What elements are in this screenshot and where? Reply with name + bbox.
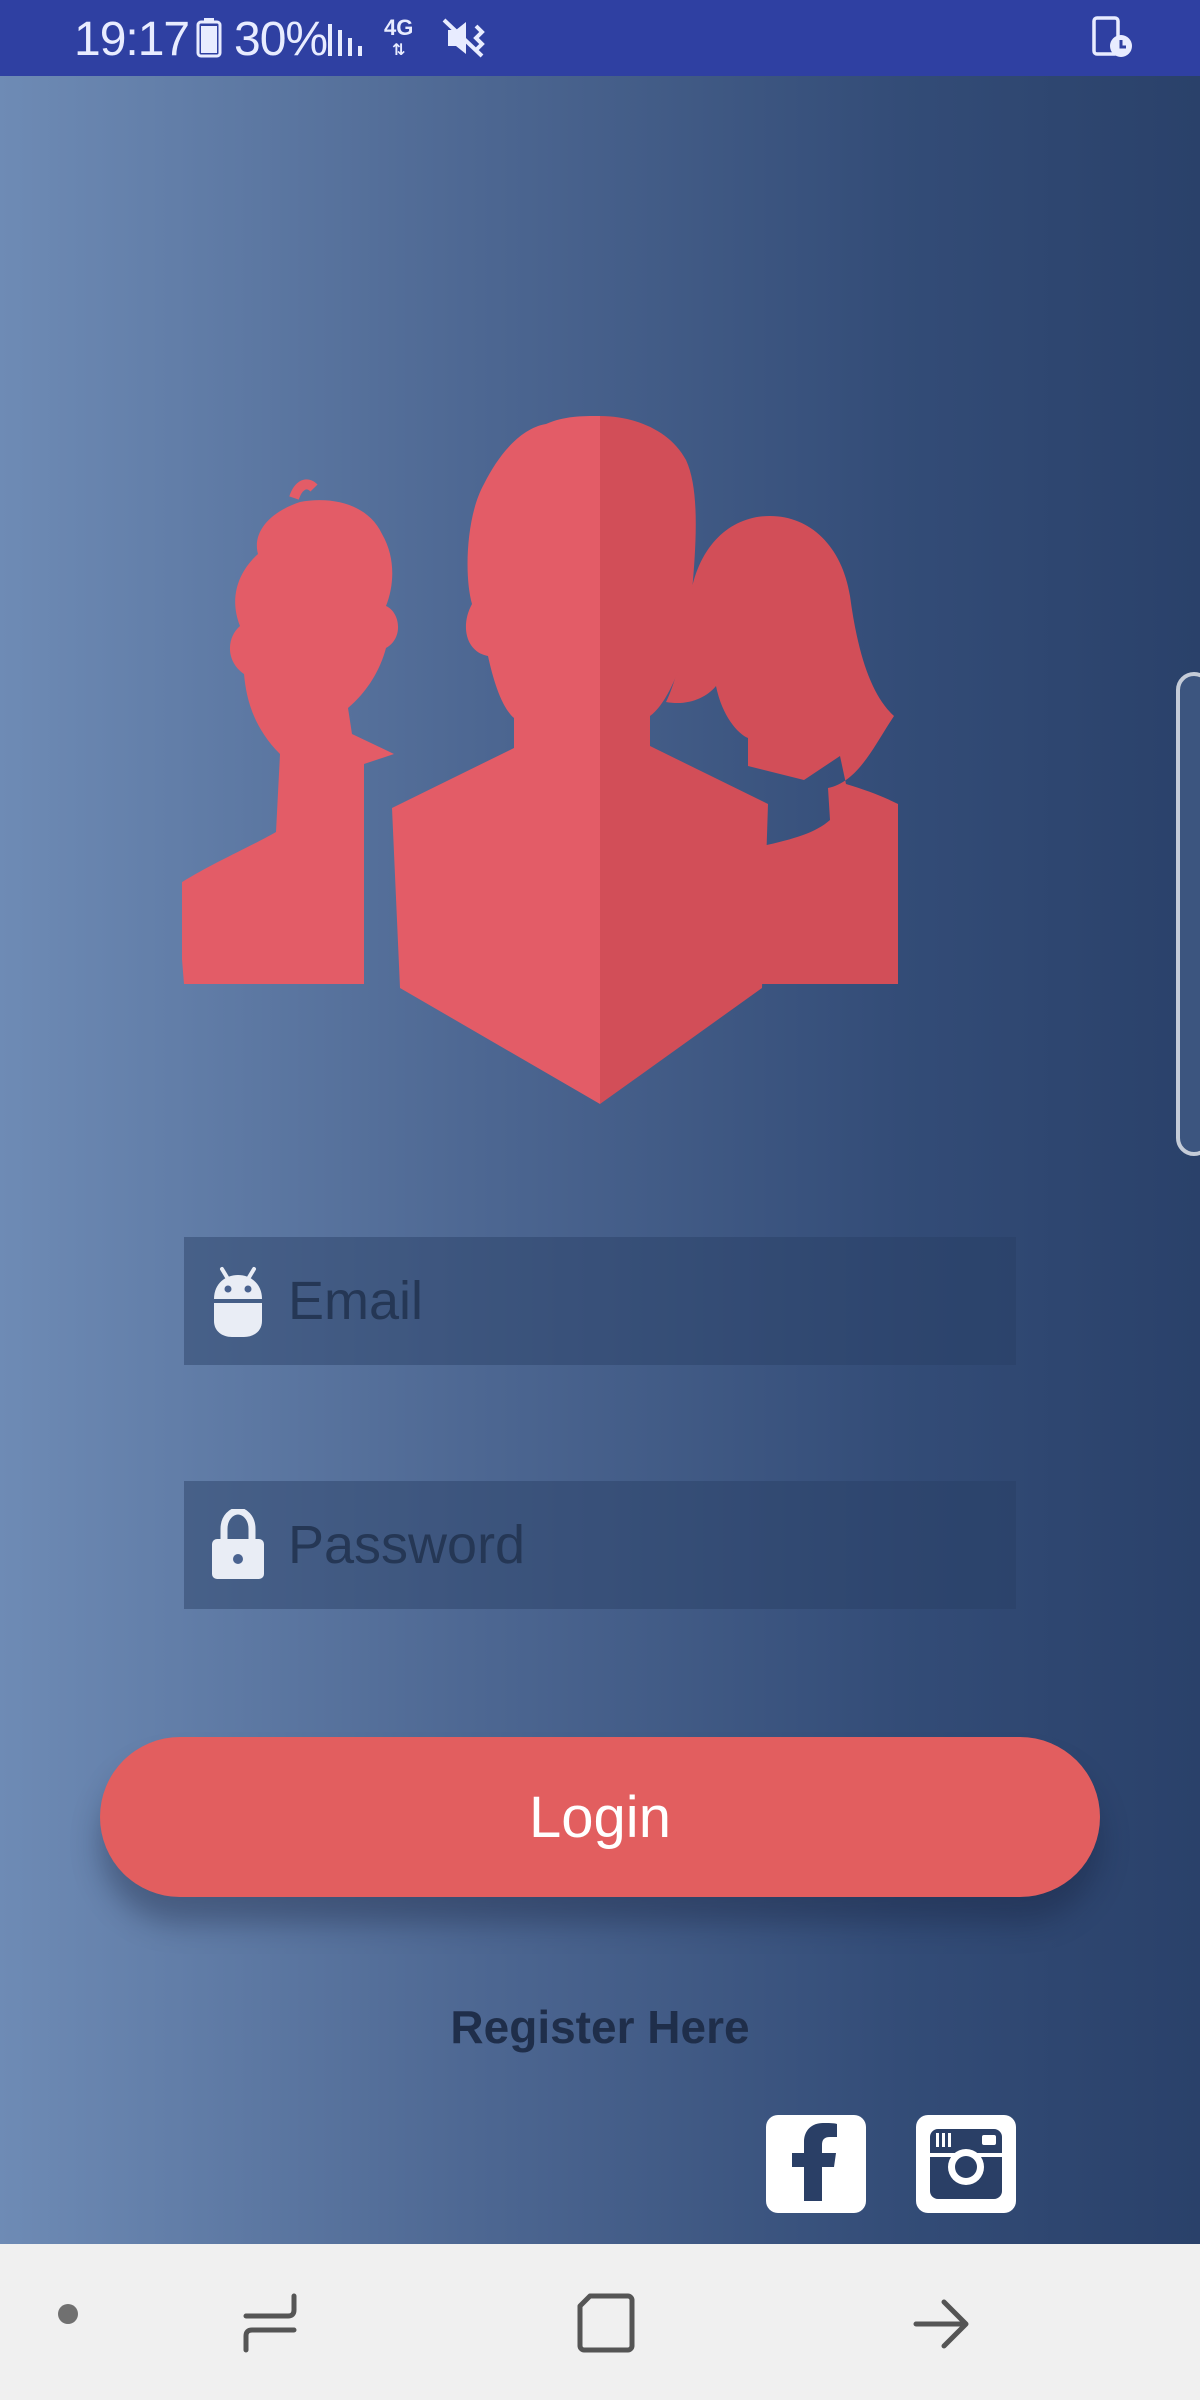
edge-panel-handle[interactable] [1176, 672, 1200, 1156]
password-input[interactable] [288, 1495, 988, 1595]
facebook-button[interactable] [766, 2115, 866, 2213]
battery-percent: 30% [234, 13, 328, 66]
status-bar: 19:17 30% 4G ⇅ [0, 0, 1200, 76]
home-icon[interactable] [576, 2292, 636, 2354]
instagram-icon [930, 2129, 1002, 2199]
login-button[interactable]: Login [100, 1737, 1100, 1897]
signal-icon [328, 24, 362, 56]
register-link[interactable]: Register Here [0, 2000, 1200, 2054]
network-type: 4G ⇅ [384, 15, 414, 60]
password-field[interactable] [184, 1481, 1016, 1609]
dot-icon[interactable] [56, 2302, 80, 2326]
recent-apps-icon[interactable] [240, 2292, 300, 2354]
instagram-button[interactable] [916, 2115, 1016, 2213]
screen-timer-icon [1092, 16, 1132, 57]
android-icon [214, 1267, 262, 1337]
lock-icon [212, 1509, 264, 1579]
users-group-icon [182, 416, 898, 1104]
email-input[interactable] [288, 1251, 988, 1351]
status-time: 19:17 [74, 13, 190, 66]
vibrate-mute-icon [442, 18, 485, 58]
login-screen: Login Register Here [0, 76, 1200, 2244]
facebook-icon [792, 2123, 837, 2201]
battery-icon [196, 18, 222, 58]
navigation-bar [0, 2244, 1200, 2400]
email-field[interactable] [184, 1237, 1016, 1365]
back-icon[interactable] [912, 2294, 972, 2354]
